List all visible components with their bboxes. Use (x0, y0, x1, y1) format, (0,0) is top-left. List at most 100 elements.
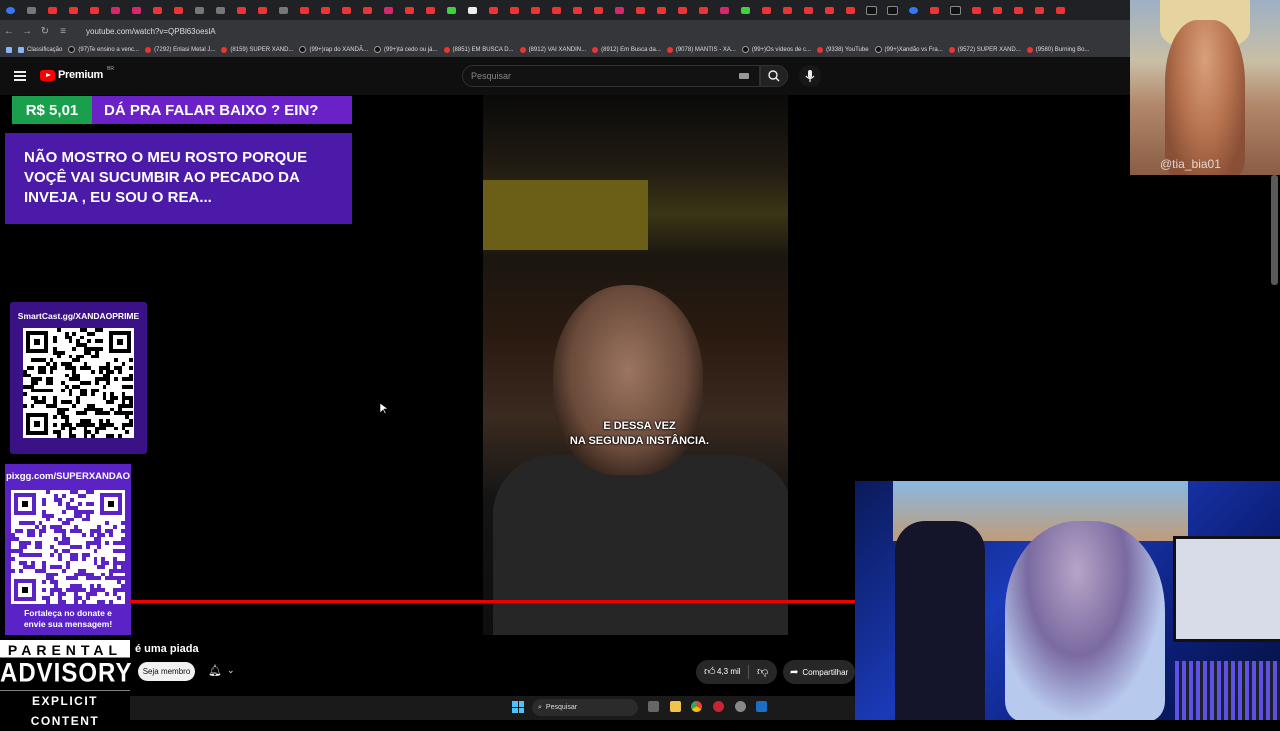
chevron-down-icon[interactable]: ⌄ (227, 665, 235, 676)
browser-tab[interactable] (609, 0, 630, 20)
browser-tab[interactable] (735, 0, 756, 20)
browser-tab[interactable] (945, 0, 966, 20)
like-icon[interactable]: 👍︎ (704, 665, 716, 678)
pixgg-qr-panel: pixgg.com/SUPERXANDAO Fortaleça no donat… (5, 464, 131, 635)
browser-tab[interactable] (630, 0, 651, 20)
settings-icon[interactable] (735, 701, 746, 712)
back-icon[interactable]: ← (0, 26, 18, 37)
chrome-icon[interactable] (691, 701, 702, 712)
browser-tab[interactable] (1008, 0, 1029, 20)
browser-tab[interactable] (420, 0, 441, 20)
browser-tab[interactable] (21, 0, 42, 20)
browser-tab[interactable] (294, 0, 315, 20)
like-count[interactable]: 4,3 mil (717, 667, 741, 676)
browser-tab[interactable] (0, 0, 21, 20)
browser-tab[interactable] (315, 0, 336, 20)
bookmark-item[interactable]: (8851) EM BUSCA D... (443, 46, 514, 53)
join-member-button[interactable]: Seja membro (138, 662, 195, 681)
browser-tab[interactable] (882, 0, 903, 20)
browser-tab[interactable] (693, 0, 714, 20)
voice-search-button[interactable] (799, 65, 821, 87)
browser-tab[interactable] (651, 0, 672, 20)
bookmark-item[interactable]: Classificação (18, 46, 62, 53)
bookmark-item[interactable]: (8159) SUPER XAND... (221, 46, 293, 53)
bookmark-item[interactable]: (9078) MANTIS - XA... (666, 46, 736, 53)
browser-tab[interactable] (840, 0, 861, 20)
bookmark-label: (99+)Os vídeos de c... (751, 46, 812, 53)
bookmark-favicon-icon (1026, 46, 1033, 53)
steam-icon[interactable] (756, 701, 767, 712)
forward-icon[interactable]: → (18, 26, 36, 37)
browser-tab[interactable] (798, 0, 819, 20)
browser-tab[interactable] (714, 0, 735, 20)
browser-tab[interactable] (777, 0, 798, 20)
browser-tab[interactable] (483, 0, 504, 20)
browser-tab[interactable] (546, 0, 567, 20)
menu-icon[interactable] (14, 71, 26, 83)
url-text[interactable]: youtube.com/watch?v=QPBl63oeslA (86, 27, 216, 36)
video-progress-bar[interactable] (130, 600, 855, 603)
youtube-logo[interactable]: Premium BR (40, 66, 114, 81)
bell-icon[interactable]: 🔔︎ (208, 664, 222, 677)
browser-tab[interactable] (273, 0, 294, 20)
bookmark-item[interactable]: (99+)tá cedo ou já... (373, 46, 438, 53)
browser-tab[interactable] (168, 0, 189, 20)
browser-tab[interactable] (42, 0, 63, 20)
browser-tab[interactable] (378, 0, 399, 20)
bookmark-item[interactable]: (8912) VAI XANDIN... (519, 46, 586, 53)
browser-tab[interactable] (189, 0, 210, 20)
browser-tab[interactable] (399, 0, 420, 20)
search-button[interactable] (760, 65, 788, 87)
site-info-icon[interactable]: ≡ (54, 26, 72, 37)
bookmark-item[interactable]: (8912) Em Busca da... (592, 46, 661, 53)
bookmark-item[interactable]: (7292) Enlasi Metal J... (145, 46, 215, 53)
browser-tab[interactable] (357, 0, 378, 20)
tab-favicon-icon (174, 6, 183, 14)
browser-tab[interactable] (147, 0, 168, 20)
browser-tab[interactable] (861, 0, 882, 20)
video-player[interactable] (483, 95, 788, 635)
browser-tab[interactable] (231, 0, 252, 20)
share-button[interactable]: ➦ Compartilhar (783, 660, 855, 684)
browser-tab[interactable] (1029, 0, 1050, 20)
bookmark-item[interactable]: (9572) SUPER XAND... (948, 46, 1021, 53)
browser-tab[interactable] (63, 0, 84, 20)
browser-tab[interactable] (819, 0, 840, 20)
browser-tab[interactable] (504, 0, 525, 20)
search-input[interactable]: Pesquisar (462, 65, 760, 87)
browser-tab[interactable] (336, 0, 357, 20)
browser-tab[interactable] (756, 0, 777, 20)
app-icon[interactable] (713, 701, 724, 712)
browser-tab[interactable] (924, 0, 945, 20)
apps-grid-icon[interactable] (6, 46, 12, 53)
browser-tab[interactable] (462, 0, 483, 20)
dislike-icon[interactable]: 👎︎ (757, 665, 768, 678)
browser-tab[interactable] (903, 0, 924, 20)
browser-tab[interactable] (966, 0, 987, 20)
page-scrollbar[interactable] (1271, 175, 1278, 285)
bookmark-item[interactable]: (99+)Os vídeos de c... (741, 46, 812, 53)
file-explorer-icon[interactable] (670, 701, 681, 712)
reload-icon[interactable]: ↻ (36, 26, 54, 37)
bookmark-item[interactable]: (99+)Xandão vs Fra... (874, 46, 943, 53)
browser-tab[interactable] (1050, 0, 1071, 20)
browser-tab[interactable] (441, 0, 462, 20)
browser-tab[interactable] (987, 0, 1008, 20)
browser-tab[interactable] (210, 0, 231, 20)
bookmark-item[interactable]: (97)Te ensino a venc... (68, 46, 139, 53)
keyboard-icon[interactable] (739, 73, 749, 79)
bookmark-item[interactable]: (9580) Burning Bo... (1026, 46, 1089, 53)
bookmark-item[interactable]: (99+)rap do XANDÃ... (299, 46, 368, 53)
taskbar-search[interactable]: ⌕ Pesquisar (532, 699, 638, 716)
browser-tab[interactable] (126, 0, 147, 20)
windows-start-icon[interactable] (512, 701, 524, 713)
browser-tab[interactable] (105, 0, 126, 20)
bookmark-item[interactable]: (9338) YouTube (817, 46, 869, 53)
browser-tab[interactable] (525, 0, 546, 20)
browser-tab[interactable] (252, 0, 273, 20)
browser-tab[interactable] (588, 0, 609, 20)
browser-tab[interactable] (567, 0, 588, 20)
browser-tab[interactable] (84, 0, 105, 20)
browser-tab[interactable] (672, 0, 693, 20)
task-view-icon[interactable] (648, 701, 659, 712)
